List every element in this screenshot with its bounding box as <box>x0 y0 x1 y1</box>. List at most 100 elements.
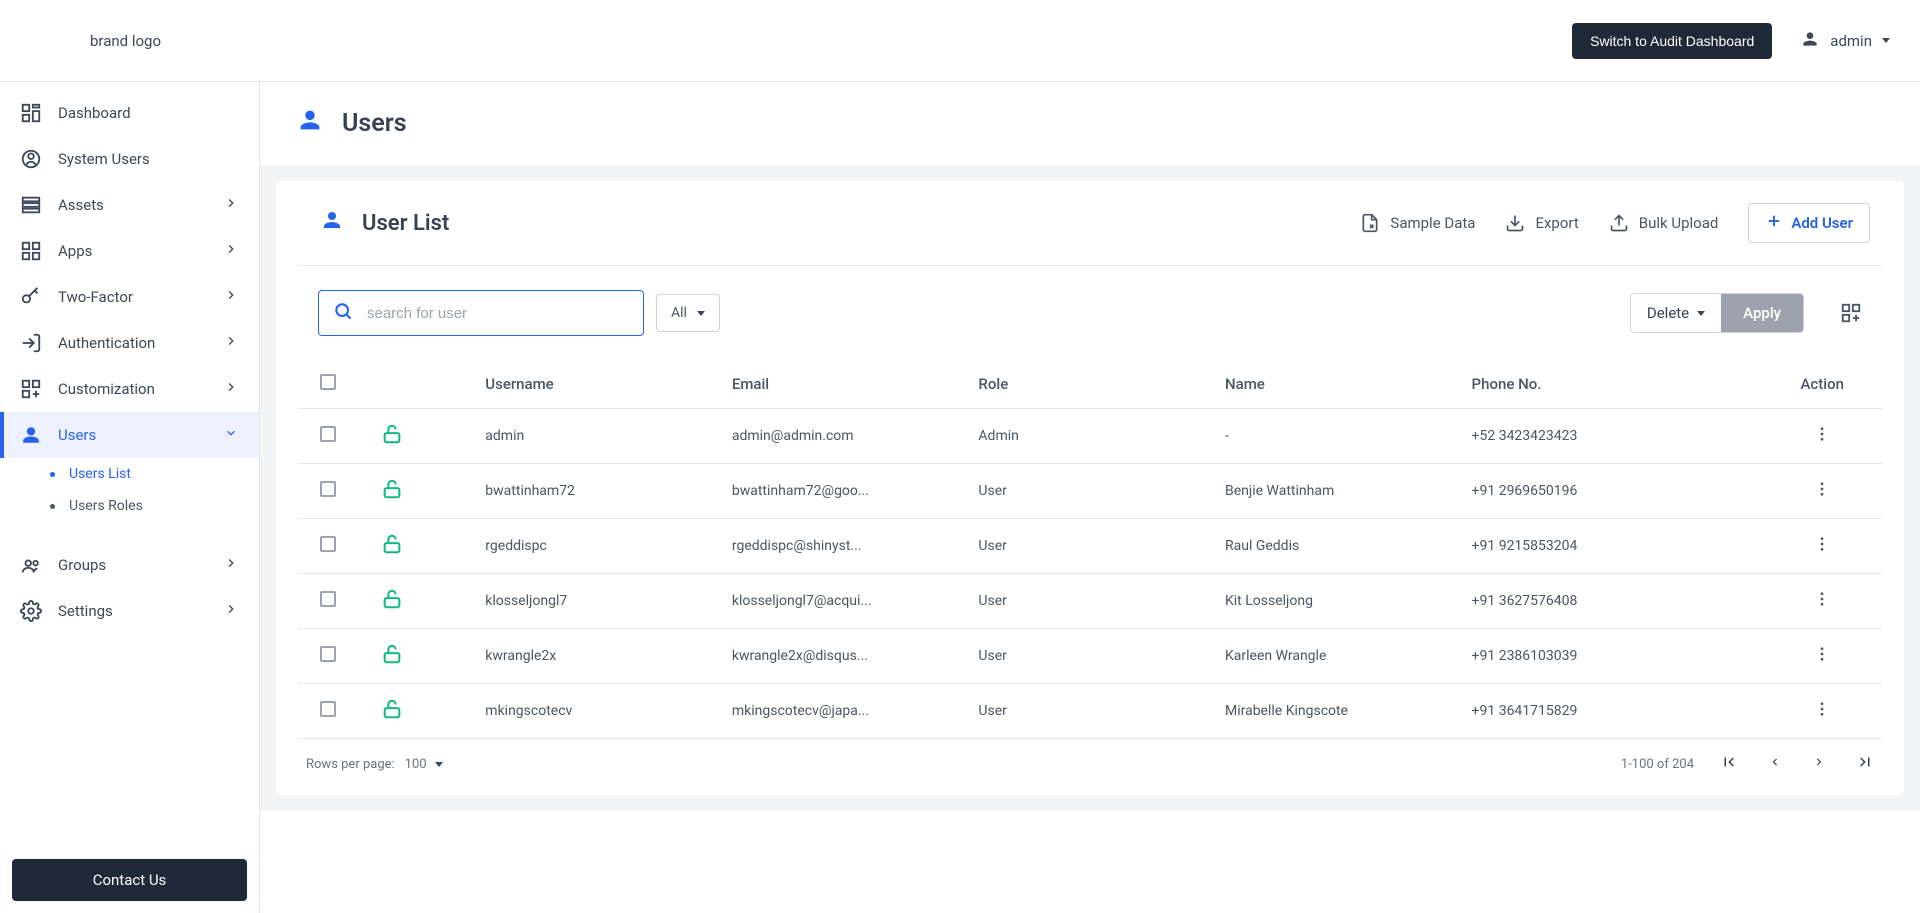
header: brand logo Switch to Audit Dashboard adm… <box>0 0 1920 82</box>
sidebar-item-label: Apps <box>58 242 92 260</box>
plus-icon <box>1765 212 1783 234</box>
apply-button[interactable]: Apply <box>1721 294 1803 332</box>
bulk-action-select[interactable]: Delete <box>1631 294 1721 332</box>
sidebar: Dashboard System UsersAssets Apps Two-Facto… <box>0 82 260 913</box>
prev-page-button[interactable] <box>1768 755 1782 773</box>
cell-email: kwrangle2x@disqus... <box>724 629 971 684</box>
cell-phone: +91 2386103039 <box>1464 629 1763 684</box>
bulk-upload-button[interactable]: Bulk Upload <box>1609 213 1719 233</box>
select-all-checkbox[interactable] <box>320 374 336 390</box>
col-username: Username <box>477 360 724 409</box>
cell-username: admin <box>477 409 724 464</box>
export-button[interactable]: Export <box>1505 213 1578 233</box>
table-row: klosseljongl7klosseljongl7@acqui...UserK… <box>298 574 1882 629</box>
row-actions-button[interactable] <box>1813 700 1831 718</box>
sidebar-item-groups[interactable]: Groups <box>0 542 259 588</box>
cell-username: mkingscotecv <box>477 684 724 739</box>
unlock-icon <box>381 708 403 724</box>
cell-username: klosseljongl7 <box>477 574 724 629</box>
first-page-button[interactable] <box>1720 753 1738 775</box>
col-action: Action <box>1762 360 1882 409</box>
search-box[interactable] <box>318 290 644 336</box>
username-label: admin <box>1830 32 1872 50</box>
cell-phone: +52 3423423423 <box>1464 409 1763 464</box>
row-actions-button[interactable] <box>1813 480 1831 498</box>
bullet-icon <box>50 504 55 509</box>
switch-dashboard-button[interactable]: Switch to Audit Dashboard <box>1572 23 1772 59</box>
cell-name: Kit Losseljong <box>1217 574 1464 629</box>
pagination-range: 1-100 of 204 <box>1621 757 1694 772</box>
users-icon <box>20 424 42 446</box>
brand-logo: brand logo <box>90 32 161 50</box>
contact-us-button[interactable]: Contact Us <box>12 859 247 901</box>
cell-username: rgeddispc <box>477 519 724 574</box>
unlock-icon <box>381 433 403 449</box>
caret-down-icon <box>435 762 443 767</box>
cell-email: rgeddispc@shinyst... <box>724 519 971 574</box>
unlock-icon <box>381 653 403 669</box>
upload-icon <box>1609 213 1629 233</box>
sidebar-item-dashboard[interactable]: Dashboard <box>0 90 259 136</box>
chevron-right-icon <box>223 287 239 307</box>
sidebar-item-authentication[interactable]: Authentication <box>0 320 259 366</box>
sidebar-item-label: Two-Factor <box>58 288 133 306</box>
user-list-card: User List Sample Data <box>276 181 1904 795</box>
cell-phone: +91 3641715829 <box>1464 684 1763 739</box>
sidebar-item-system-users[interactable]: System Users <box>0 136 259 182</box>
user-menu[interactable]: admin <box>1800 29 1890 53</box>
page-title: Users <box>260 82 1920 165</box>
sidebar-item-two-factor[interactable]: Two-Factor <box>0 274 259 320</box>
cell-role: User <box>970 464 1217 519</box>
row-checkbox[interactable] <box>320 701 336 717</box>
cell-role: Admin <box>970 409 1217 464</box>
cell-role: User <box>970 574 1217 629</box>
row-checkbox[interactable] <box>320 591 336 607</box>
download-icon <box>1505 213 1525 233</box>
row-checkbox[interactable] <box>320 646 336 662</box>
sidebar-item-label: Users <box>58 426 96 444</box>
sidebar-item-customization[interactable]: Customization <box>0 366 259 412</box>
sidebar-sub-item[interactable]: Users Roles <box>40 490 259 522</box>
row-checkbox[interactable] <box>320 536 336 552</box>
person-icon <box>296 106 324 141</box>
row-actions-button[interactable] <box>1813 590 1831 608</box>
unlock-icon <box>381 598 403 614</box>
col-phone: Phone No. <box>1464 360 1763 409</box>
chevron-right-icon <box>223 601 239 621</box>
sidebar-item-assets[interactable]: Assets <box>0 182 259 228</box>
col-name: Name <box>1217 360 1464 409</box>
person-icon <box>320 208 344 238</box>
row-checkbox[interactable] <box>320 426 336 442</box>
settings-icon <box>20 600 42 622</box>
row-checkbox[interactable] <box>320 481 336 497</box>
caret-down-icon <box>697 311 705 316</box>
filter-all-select[interactable]: All <box>656 294 720 332</box>
next-page-button[interactable] <box>1812 755 1826 773</box>
table-row: rgeddispcrgeddispc@shinyst...UserRaul Ge… <box>298 519 1882 574</box>
sample-data-button[interactable]: Sample Data <box>1360 213 1475 233</box>
sidebar-item-apps[interactable]: Apps <box>0 228 259 274</box>
sidebar-sub-item[interactable]: Users List <box>40 458 259 490</box>
search-icon <box>333 301 353 325</box>
sidebar-item-label: Groups <box>58 556 106 574</box>
column-settings-button[interactable] <box>1840 302 1862 324</box>
cell-phone: +91 2969650196 <box>1464 464 1763 519</box>
cell-email: bwattinham72@goo... <box>724 464 971 519</box>
sidebar-item-label: Authentication <box>58 334 155 352</box>
dashboard-icon <box>20 102 42 124</box>
col-email: Email <box>724 360 971 409</box>
sidebar-item-users[interactable]: Users <box>0 412 259 458</box>
search-input[interactable] <box>367 305 629 322</box>
cell-email: admin@admin.com <box>724 409 971 464</box>
sidebar-item-label: Dashboard <box>58 104 131 122</box>
sidebar-item-settings[interactable]: Settings <box>0 588 259 634</box>
row-actions-button[interactable] <box>1813 645 1831 663</box>
last-page-button[interactable] <box>1856 753 1874 775</box>
apps-icon <box>20 240 42 262</box>
groups-icon <box>20 554 42 576</box>
row-actions-button[interactable] <box>1813 535 1831 553</box>
add-user-button[interactable]: Add User <box>1748 203 1870 243</box>
rows-per-page-select[interactable]: 100 <box>405 757 443 772</box>
cell-role: User <box>970 684 1217 739</box>
row-actions-button[interactable] <box>1813 425 1831 443</box>
